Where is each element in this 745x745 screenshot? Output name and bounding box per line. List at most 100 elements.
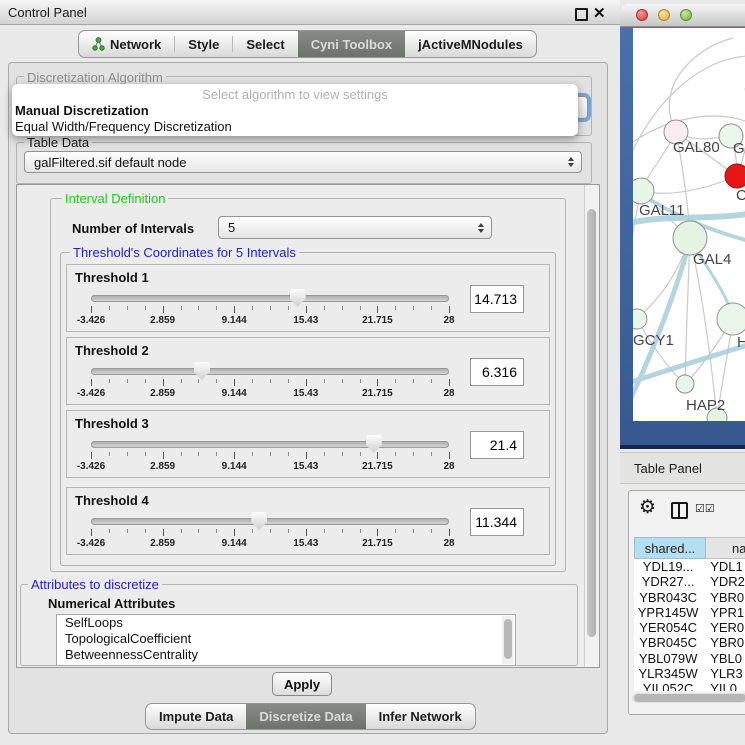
column-header-shared-name[interactable]: shared... <box>634 537 706 559</box>
threshold-4-value-field[interactable] <box>470 508 524 536</box>
axis-tick-label: 28 <box>443 388 454 399</box>
slider-thumb[interactable] <box>251 512 267 530</box>
tab-cyni-toolbox[interactable]: Cyni Toolbox <box>298 31 405 57</box>
apply-button[interactable]: Apply <box>272 672 332 696</box>
axis-tick-label: 21.715 <box>362 315 393 326</box>
close-icon[interactable]: ✕ <box>593 4 606 22</box>
close-traffic-light-icon[interactable] <box>636 9 648 21</box>
table-row[interactable]: YPR145WYPR1 <box>634 605 745 620</box>
cell-shared-name: YBR043C <box>634 590 702 605</box>
node-gal11[interactable] <box>633 178 654 204</box>
tab-style[interactable]: Style <box>175 31 232 57</box>
slider-thumb[interactable] <box>194 362 210 380</box>
gear-icon[interactable]: ⚙ <box>639 496 656 519</box>
node-label: GAL4 <box>693 251 731 268</box>
table-row[interactable]: YIL052CYIL0 <box>634 681 745 691</box>
vertical-scrollbar[interactable] <box>584 185 599 667</box>
number-of-intervals-combo[interactable]: 5 <box>218 216 492 239</box>
table-row[interactable]: YDL19...YDL1 <box>634 559 745 574</box>
slider-tick <box>198 379 199 383</box>
slider-thumb[interactable] <box>366 435 382 453</box>
algorithm-dropdown-popup: Select algorithm to view settings Manual… <box>12 84 578 136</box>
slider-ticks <box>91 452 449 460</box>
threshold-4-slider[interactable] <box>91 518 449 525</box>
zoom-traffic-light-icon[interactable] <box>680 9 692 21</box>
slider-tick <box>413 529 414 533</box>
slider-tick <box>431 379 432 383</box>
numerical-attributes-list[interactable]: SelfLoopsTopologicalCoefficientBetweenne… <box>56 614 516 666</box>
axis-tick-label: 21.715 <box>362 538 393 549</box>
float-window-icon[interactable] <box>575 8 588 21</box>
cell-shared-name: YBR045C <box>634 635 702 650</box>
option-manual-discretization[interactable]: Manual Discretization <box>15 103 149 118</box>
slider-tick <box>216 452 217 456</box>
threshold-3-panel: Threshold 3 -3.4262.8599.14415.4321.7152… <box>66 410 550 478</box>
table-row[interactable]: YLR345WYLR3 <box>634 666 745 681</box>
tab-impute-data[interactable]: Impute Data <box>146 704 246 729</box>
threshold-label: Threshold 3 <box>75 416 149 431</box>
threshold-1-value-field[interactable] <box>470 285 524 313</box>
scrollbar-thumb[interactable] <box>634 694 745 702</box>
axis-tick-label: 21.715 <box>362 461 393 472</box>
tab-network[interactable]: Network <box>79 31 174 57</box>
number-of-intervals-value: 5 <box>228 220 235 235</box>
node-label: C <box>736 187 745 204</box>
table-data-combo[interactable]: galFiltered.sif default node <box>24 151 582 173</box>
slider-tick <box>377 306 378 313</box>
slider-tick <box>91 306 92 313</box>
node-h[interactable] <box>717 303 745 335</box>
attribute-list-item[interactable]: SelfLoops <box>57 615 515 631</box>
tab-label: jActiveMNodules <box>418 37 523 52</box>
show-columns-icon[interactable] <box>671 502 688 519</box>
minimize-traffic-light-icon[interactable] <box>658 9 670 21</box>
thresholds-group-label: Threshold's Coordinates for 5 Intervals <box>70 245 299 260</box>
threshold-1-slider[interactable] <box>91 295 449 302</box>
select-columns-icon[interactable]: ☑☑ <box>695 502 715 515</box>
attribute-list-item[interactable]: BetweennessCentrality <box>57 647 515 663</box>
tab-infer-network[interactable]: Infer Network <box>366 704 475 729</box>
slider-tick <box>270 452 271 456</box>
slider-tick <box>109 379 110 383</box>
axis-tick-label: 15.43 <box>293 315 318 326</box>
attribute-list-item[interactable]: TopologicalCoefficient <box>57 631 515 647</box>
scrollbar-thumb[interactable] <box>504 619 512 659</box>
list-scrollbar[interactable] <box>502 616 514 664</box>
node-selected-red[interactable] <box>725 164 745 188</box>
network-canvas[interactable]: GAL80 GA C GAL11 GAL4 GCY1 H HAP2 <box>633 28 745 421</box>
threshold-3-value-field[interactable] <box>470 431 524 459</box>
threshold-1-panel: Threshold 1 -3.4262.8599.14415.4321.7152… <box>66 264 550 332</box>
table-row[interactable]: YBR043CYBR0 <box>634 590 745 605</box>
slider-tick <box>181 306 182 310</box>
table-row[interactable]: YDR27...YDR2 <box>634 574 745 589</box>
tab-jactivemnodules[interactable]: jActiveMNodules <box>405 31 536 57</box>
slider-thumb[interactable] <box>290 289 306 307</box>
threshold-2-slider[interactable] <box>91 368 449 375</box>
slider-tick <box>360 452 361 456</box>
option-equal-width-frequency[interactable]: Equal Width/Frequency Discretization <box>15 119 232 134</box>
slider-tick <box>377 529 378 536</box>
tab-label: Infer Network <box>379 709 462 724</box>
slider-tick <box>413 452 414 456</box>
column-header-name[interactable]: na <box>706 537 745 559</box>
threshold-3-slider[interactable] <box>91 441 449 448</box>
node-hap2[interactable] <box>676 375 694 393</box>
slider-tick <box>342 306 343 310</box>
slider-tick <box>91 452 92 459</box>
cell-shared-name: YPR145W <box>634 605 702 620</box>
scrollbar-thumb[interactable] <box>587 209 596 637</box>
tab-select[interactable]: Select <box>233 31 297 57</box>
slider-ticks <box>91 306 449 314</box>
slider-tick <box>306 529 307 536</box>
table-row[interactable]: YBL079WYBL0 <box>634 651 745 666</box>
slider-ticks <box>91 529 449 537</box>
node-gal4[interactable] <box>673 221 707 255</box>
tab-discretize-data[interactable]: Discretize Data <box>246 704 365 729</box>
cell-name: YER0 <box>702 620 745 635</box>
cell-shared-name: YDL19... <box>634 559 702 574</box>
algorithm-placeholder-option[interactable]: Select algorithm to view settings <box>12 87 578 102</box>
horizontal-scrollbar[interactable] <box>632 693 745 703</box>
slider-tick <box>181 379 182 383</box>
table-row[interactable]: YER054CYER0 <box>634 620 745 635</box>
table-row[interactable]: YBR045CYBR0 <box>634 635 745 650</box>
threshold-2-value-field[interactable] <box>470 358 524 386</box>
